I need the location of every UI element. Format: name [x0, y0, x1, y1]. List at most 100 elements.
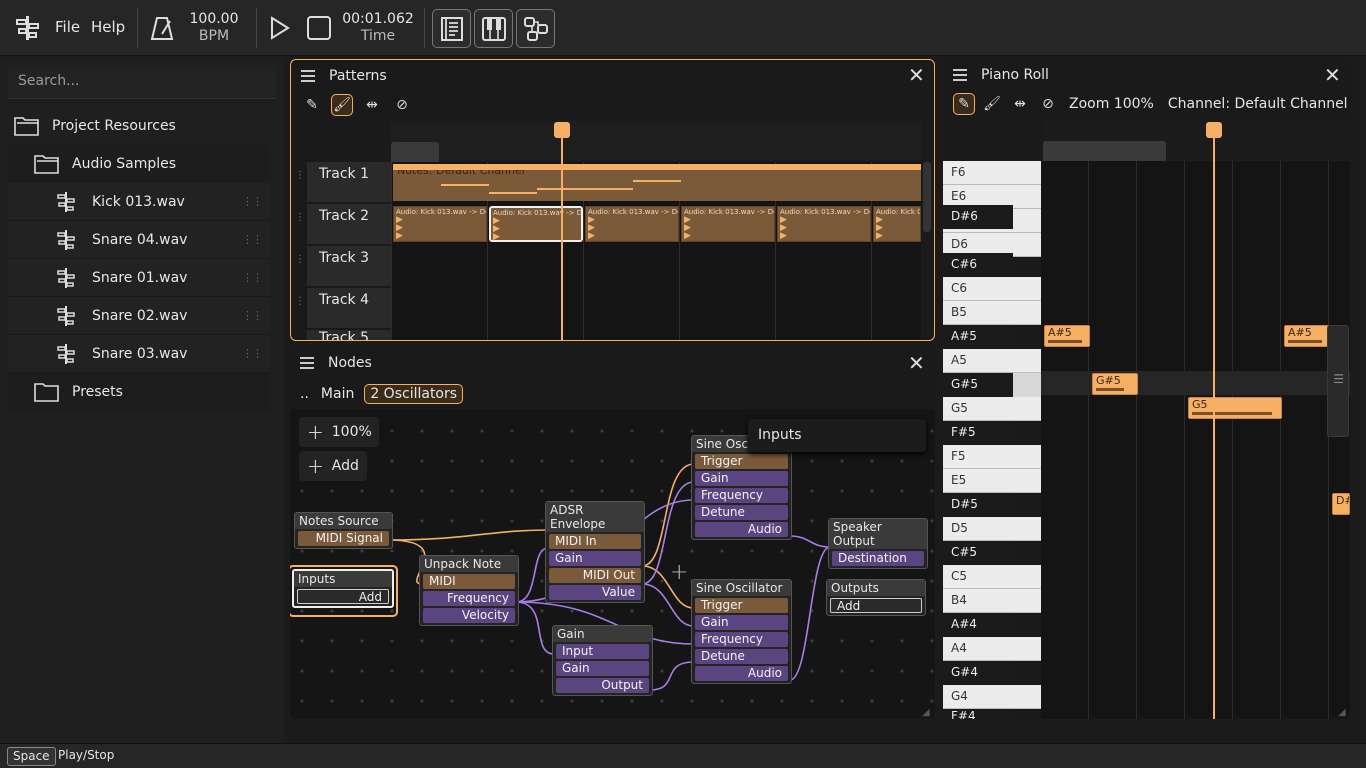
port-frequency[interactable]: Frequency — [695, 488, 788, 503]
brush-tool-icon[interactable]: 🖌 — [331, 94, 353, 116]
node-adsr-envelope[interactable]: ADSR Envelope MIDI In Gain MIDI Out Valu… — [545, 501, 645, 603]
piano-key[interactable]: B4 — [943, 589, 1041, 613]
port-gain[interactable]: Gain — [549, 551, 641, 566]
menu-file[interactable]: File — [55, 18, 80, 36]
piano-key-black[interactable]: G#4 — [943, 661, 1013, 685]
piano-key[interactable]: C6 — [943, 277, 1041, 301]
metronome-icon[interactable] — [149, 15, 175, 41]
audio-clip[interactable]: Audio: Kick 013.wav -> Default Channel▶▶… — [777, 206, 871, 242]
nodes-view-button[interactable] — [516, 9, 555, 48]
note-block[interactable]: D# — [1332, 493, 1350, 515]
add-node-button[interactable]: + Add — [299, 451, 367, 481]
piano-key[interactable]: C5 — [943, 565, 1041, 589]
playhead-handle-icon[interactable] — [1206, 122, 1222, 138]
piano-key-black[interactable]: D#6 — [943, 205, 1013, 229]
port-input[interactable]: Input — [556, 644, 649, 659]
play-icon[interactable] — [266, 15, 292, 41]
drag-handle-icon[interactable]: ⋮⋮ — [242, 271, 263, 284]
note-block[interactable]: A#5 — [1044, 325, 1090, 347]
track-label[interactable]: Track 1 — [307, 162, 391, 202]
drag-handle-icon[interactable]: ⋮⋮ — [242, 195, 263, 208]
loop-region[interactable] — [1043, 141, 1166, 161]
port-gain[interactable]: Gain — [695, 615, 788, 630]
port-trigger[interactable]: Trigger — [695, 598, 788, 613]
piano-key-black[interactable]: C#5 — [943, 541, 1013, 565]
resize-tool-icon[interactable]: ⇹ — [1009, 93, 1031, 115]
loop-region[interactable] — [391, 142, 439, 162]
pencil-tool-icon[interactable]: ✎ — [301, 94, 323, 116]
menu-help[interactable]: Help — [91, 18, 125, 36]
add-output-button[interactable]: Add — [830, 598, 922, 613]
port-detune[interactable]: Detune — [695, 649, 788, 664]
piano-key-black[interactable]: F#5 — [943, 421, 1013, 445]
port-midi-in[interactable]: MIDI In — [549, 534, 641, 549]
piano-key-black[interactable]: F#4 — [943, 709, 1013, 719]
note-block[interactable]: G#5 — [1092, 373, 1138, 395]
port-velocity[interactable]: Velocity — [423, 608, 515, 623]
audio-clip[interactable]: Audio: Kick 013.wav -> Default Channel▶▶… — [873, 206, 921, 242]
app-logo-icon[interactable] — [15, 15, 41, 41]
piano-key-black[interactable]: C#6 — [943, 253, 1013, 277]
note-block[interactable]: G5 — [1188, 397, 1282, 419]
node-unpack-note[interactable]: Unpack Note MIDI Frequency Velocity — [419, 555, 519, 626]
file-item[interactable]: Snare 01.wav ⋮⋮ — [8, 259, 270, 297]
resize-grip-icon[interactable]: ◢ — [1338, 707, 1346, 718]
piano-key[interactable]: F5 — [943, 445, 1041, 469]
piano-roll-view-button[interactable] — [474, 9, 513, 48]
audio-clip-selected[interactable]: Audio: Kick 013.wav -> Default Channel▶▶… — [489, 206, 583, 242]
piano-key[interactable]: F6 — [943, 161, 1041, 185]
inputs-popup[interactable]: Inputs — [748, 419, 926, 452]
piano-key[interactable]: E5 — [943, 469, 1041, 493]
piano-key[interactable]: D5 — [943, 517, 1041, 541]
drag-handle-icon[interactable]: ⋮⋮ — [242, 309, 263, 322]
search-input[interactable]: Search... — [8, 65, 276, 99]
notes-clip[interactable]: Notes: Default Channel — [393, 164, 921, 201]
piano-key[interactable]: A5 — [943, 349, 1041, 373]
note-grid[interactable] — [1041, 161, 1350, 719]
note-block[interactable]: A#5 — [1284, 325, 1330, 347]
patterns-view-button[interactable] — [432, 9, 471, 48]
port-frequency[interactable]: Frequency — [423, 591, 515, 606]
audio-clip[interactable]: Audio: Kick 013.wav -> Default Channel▶▶… — [681, 206, 775, 242]
channel-label[interactable]: Channel: Default Channel — [1168, 96, 1348, 112]
port-gain[interactable]: Gain — [556, 661, 649, 676]
panel-menu-icon[interactable] — [953, 69, 967, 81]
disable-tool-icon[interactable]: ⊘ — [391, 94, 413, 116]
add-input-button[interactable]: Add — [297, 589, 389, 604]
port-audio[interactable]: Audio — [695, 666, 788, 681]
piano-key-black[interactable]: G#5 — [943, 373, 1013, 397]
file-item[interactable]: Snare 03.wav ⋮⋮ — [8, 335, 270, 373]
file-item[interactable]: Snare 04.wav ⋮⋮ — [8, 221, 270, 259]
disable-tool-icon[interactable]: ⊘ — [1037, 93, 1059, 115]
port-trigger[interactable]: Trigger — [695, 454, 788, 469]
port-value[interactable]: Value — [549, 585, 641, 600]
node-gain[interactable]: Gain Input Gain Output — [552, 625, 653, 696]
piano-key-black[interactable]: D#5 — [943, 493, 1013, 517]
drag-handle-icon[interactable]: ⋮⋮ — [242, 233, 263, 246]
close-icon[interactable]: ✕ — [908, 65, 925, 85]
node-outputs[interactable]: Outputs Add — [826, 579, 926, 616]
port-midi-signal[interactable]: MIDI Signal — [298, 531, 389, 546]
timeline-ruler[interactable] — [391, 121, 921, 161]
resize-grip-icon[interactable]: ◢ — [922, 707, 930, 718]
port-midi[interactable]: MIDI — [423, 574, 515, 589]
port-midi-out[interactable]: MIDI Out — [549, 568, 641, 583]
resize-tool-icon[interactable]: ⇹ — [361, 94, 383, 116]
audio-clip[interactable]: Audio: Kick 013.wav -> Default Channel▶▶… — [393, 206, 487, 242]
brush-tool-icon[interactable]: 🖌 — [981, 93, 1003, 115]
scrollbar-thumb[interactable]: ☰ — [1327, 325, 1349, 437]
piano-key-black[interactable]: A#5 — [943, 325, 1013, 349]
port-gain[interactable]: Gain — [695, 471, 788, 486]
track-label[interactable]: Track 2 — [307, 204, 391, 244]
port-output[interactable]: Output — [556, 678, 649, 693]
piano-key[interactable]: G4 — [943, 685, 1041, 709]
scrollbar[interactable] — [923, 162, 931, 232]
track-label[interactable]: Track 4 — [307, 288, 391, 328]
node-inputs[interactable]: Inputs Add — [292, 569, 394, 608]
piano-key[interactable]: G5 — [943, 397, 1041, 421]
track-label[interactable]: Track 5 — [307, 330, 391, 340]
pencil-tool-icon[interactable]: ✎ — [953, 93, 975, 115]
playhead-handle-icon[interactable] — [554, 122, 570, 138]
zoom-label[interactable]: Zoom 100% — [1069, 96, 1154, 112]
port-detune[interactable]: Detune — [695, 505, 788, 520]
